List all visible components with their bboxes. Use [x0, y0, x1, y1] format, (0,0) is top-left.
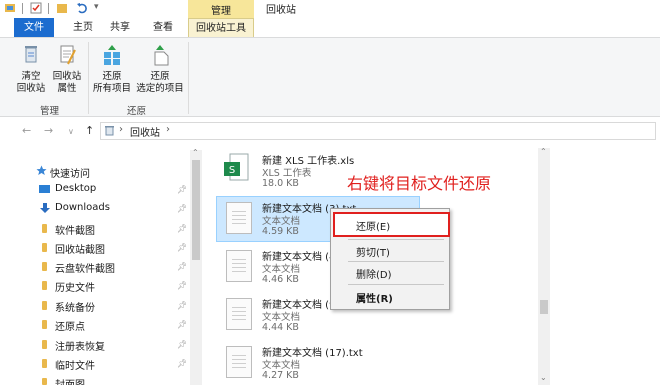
recycle-bin-properties-button[interactable]: 回收站 属性 [52, 44, 82, 98]
properties-icon[interactable] [30, 2, 42, 14]
tab-view[interactable]: 查看 [146, 18, 180, 37]
context-menu-separator [348, 239, 444, 240]
file-item[interactable]: 新建文本文档 (3).txt 文本文档 4.59 KB [216, 198, 356, 240]
recycle-bin-icon [105, 126, 114, 136]
pin-icon[interactable]: 📌︎ [177, 262, 187, 271]
restore-all-items-button[interactable]: 还原 所有项目 [92, 44, 132, 98]
restore-selected-items-button[interactable]: 还原 选定的项目 [134, 44, 186, 98]
file-item[interactable]: S 新建 XLS 工作表.xls XLS 工作表 18.0 KB [216, 150, 354, 190]
scroll-up-icon[interactable]: ⌃ [540, 147, 547, 156]
manage-context-header: 管理 [188, 0, 254, 18]
restore-selected-icon [154, 45, 169, 66]
scroll-up-icon[interactable]: ⌃ [192, 148, 199, 157]
file-item[interactable]: 新建文本文档 (17).txt 文本文档 4.27 KB [216, 342, 363, 384]
pin-icon[interactable]: 📌︎ [177, 281, 187, 290]
pin-icon[interactable]: 📌︎ [177, 243, 187, 252]
address-bar[interactable] [100, 122, 656, 140]
ribbon-group-divider [188, 42, 189, 114]
pin-icon[interactable]: 📌︎ [177, 359, 187, 368]
ribbon-group-divider [88, 42, 89, 114]
folder-icon [42, 243, 47, 252]
group-label-manage: 管理 [40, 106, 60, 117]
pin-icon[interactable]: 📌︎ [177, 185, 187, 194]
folder-icon [42, 320, 47, 329]
nav-item-downloads[interactable]: Downloads [55, 202, 110, 213]
group-label-restore: 还原 [127, 106, 147, 117]
breadcrumb-separator: › [119, 124, 123, 135]
recent-locations-icon[interactable]: ∨ [68, 127, 74, 136]
file-item[interactable]: 新建文本文档 (9 文本文档 4.44 KB [216, 294, 336, 336]
folder-icon [42, 378, 47, 385]
tab-file[interactable]: 文件 [14, 18, 54, 37]
toolbar-separator [48, 3, 49, 14]
nav-item-cover-images[interactable]: 封面图 [55, 376, 85, 385]
pin-icon[interactable]: 📌︎ [177, 340, 187, 349]
pin-icon[interactable]: 📌︎ [177, 301, 187, 310]
context-menu-restore-highlight [333, 212, 450, 237]
context-menu-separator [348, 261, 444, 262]
xls-file-icon: S [224, 153, 249, 181]
new-folder-icon[interactable] [56, 2, 68, 14]
nav-scrollbar-thumb[interactable] [192, 160, 200, 260]
breadcrumb-recycle-bin[interactable]: 回收站 [130, 124, 160, 139]
text-file-icon [226, 202, 252, 234]
back-arrow-icon[interactable]: ← [22, 124, 31, 137]
instruction-annotation: 右键将目标文件还原 [347, 174, 492, 193]
folder-icon [42, 340, 47, 349]
desktop-icon [39, 185, 50, 193]
svg-text:S: S [229, 165, 235, 176]
scroll-down-icon[interactable]: ⌄ [540, 373, 547, 382]
nav-item-system-backup[interactable]: 系统备份 [55, 299, 95, 314]
undo-icon[interactable] [76, 2, 88, 14]
nav-item-registry-recovery[interactable]: 注册表恢复 [55, 338, 105, 353]
quick-access-dropdown-icon[interactable]: ▾ [94, 2, 99, 12]
folder-icon [42, 281, 47, 290]
text-file-icon [226, 250, 252, 282]
text-file-icon [226, 298, 252, 330]
tab-share[interactable]: 共享 [105, 18, 135, 37]
context-menu-cut[interactable]: 剪切(T) [356, 244, 390, 259]
toolbar-separator [22, 3, 23, 14]
folder-icon [42, 224, 47, 233]
restore-all-icon [104, 45, 120, 65]
explorer-icon[interactable] [4, 2, 16, 14]
file-item[interactable]: 新建文本文档 (4 文本文档 4.46 KB [216, 246, 336, 288]
nav-item-desktop[interactable]: Desktop [55, 183, 96, 194]
tab-recycle-bin-tools[interactable]: 回收站工具 [188, 18, 254, 37]
file-list-scrollbar-thumb[interactable] [540, 300, 548, 314]
tab-home[interactable]: 主页 [68, 18, 98, 37]
pin-icon[interactable]: 📌︎ [177, 320, 187, 329]
nav-quick-access[interactable]: 快速访问 [50, 165, 90, 180]
empty-recycle-bin-button[interactable]: 清空 回收站 [17, 44, 45, 98]
breadcrumb-separator: › [166, 124, 170, 135]
context-menu-properties[interactable]: 属性(R) [356, 290, 393, 305]
tab-row [0, 18, 660, 37]
file-list-scrollbar[interactable] [538, 148, 550, 385]
empty-bin-icon [25, 46, 37, 63]
downloads-icon [40, 203, 50, 213]
nav-item-cloud-software-screenshots[interactable]: 云盘软件截图 [55, 260, 115, 275]
up-arrow-icon[interactable]: ↑ [85, 124, 94, 137]
nav-item-restore-point[interactable]: 还原点 [55, 318, 85, 333]
forward-arrow-icon[interactable]: → [44, 124, 53, 137]
nav-item-recycle-bin-screenshots[interactable]: 回收站截图 [55, 241, 105, 256]
text-file-icon [226, 346, 252, 378]
window-title: 回收站 [266, 5, 296, 16]
pin-icon[interactable]: 📌︎ [177, 224, 187, 233]
folder-icon [42, 359, 47, 368]
nav-item-temp-files[interactable]: 临时文件 [55, 357, 95, 372]
context-menu-separator [348, 284, 444, 285]
folder-icon [42, 262, 47, 271]
title-bar [0, 0, 660, 18]
star-icon [36, 165, 47, 175]
folder-icon [42, 301, 47, 310]
bin-properties-icon [60, 45, 76, 65]
context-menu-restore[interactable]: 还原(E) [356, 218, 390, 233]
pin-icon[interactable]: 📌︎ [177, 204, 187, 213]
nav-item-software-screenshots[interactable]: 软件截图 [55, 222, 95, 237]
context-menu-delete[interactable]: 删除(D) [356, 266, 392, 281]
nav-item-history-files[interactable]: 历史文件 [55, 279, 95, 294]
